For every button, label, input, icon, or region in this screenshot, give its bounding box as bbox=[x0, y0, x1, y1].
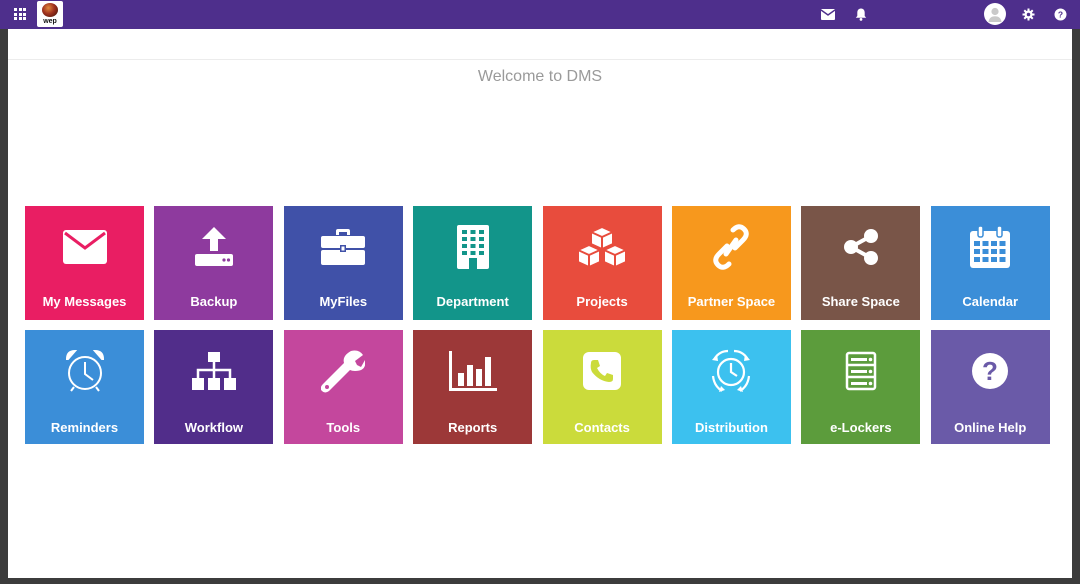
tile-contacts[interactable]: Contacts bbox=[542, 330, 662, 444]
envelope-icon bbox=[25, 222, 144, 272]
window-border-right bbox=[1072, 0, 1080, 584]
top-navigation-bar: wep ? bbox=[0, 0, 1080, 29]
tile-label: Distribution bbox=[694, 420, 768, 435]
wrench-icon bbox=[284, 346, 403, 396]
logo-text: wep bbox=[43, 18, 57, 25]
company-logo[interactable]: wep bbox=[37, 1, 63, 27]
tile-backup[interactable]: Backup bbox=[154, 206, 274, 320]
tile-department[interactable]: Department bbox=[413, 206, 533, 320]
tile-label: My Messages bbox=[42, 294, 127, 309]
bar-chart-icon bbox=[413, 346, 532, 396]
gear-icon[interactable] bbox=[1020, 6, 1036, 22]
tile-label: Partner Space bbox=[687, 294, 776, 309]
sub-header bbox=[8, 29, 1072, 60]
tile-distribution[interactable]: Distribution bbox=[671, 330, 791, 444]
mail-icon[interactable] bbox=[820, 6, 836, 22]
tile-label: Online Help bbox=[954, 420, 1027, 435]
share-icon bbox=[801, 222, 920, 272]
briefcase-icon bbox=[284, 222, 403, 272]
tile-label: Reports bbox=[448, 420, 498, 435]
tile-reports[interactable]: Reports bbox=[413, 330, 533, 444]
tile-workflow[interactable]: Workflow bbox=[154, 330, 274, 444]
distribution-clock-icon bbox=[672, 346, 791, 396]
apps-grid-icon[interactable] bbox=[14, 8, 26, 20]
tile-label: e-Lockers bbox=[830, 420, 892, 435]
svg-text:?: ? bbox=[1057, 9, 1062, 19]
welcome-title: Welcome to DMS bbox=[477, 68, 603, 85]
link-icon bbox=[672, 222, 791, 272]
module-tile-grid: My Messages Backup MyFiles Department Pr… bbox=[25, 206, 1050, 444]
calendar-icon bbox=[931, 222, 1050, 272]
tile-myfiles[interactable]: MyFiles bbox=[283, 206, 403, 320]
upload-icon bbox=[154, 222, 273, 272]
tile-partner-space[interactable]: Partner Space bbox=[671, 206, 791, 320]
bell-icon[interactable] bbox=[853, 6, 869, 22]
window-border-left bbox=[0, 0, 8, 584]
tile-label: Workflow bbox=[184, 420, 244, 435]
building-icon bbox=[413, 222, 532, 272]
tile-label: Projects bbox=[576, 294, 628, 309]
tile-label: Department bbox=[436, 294, 509, 309]
tile-projects[interactable]: Projects bbox=[542, 206, 662, 320]
cubes-icon bbox=[543, 222, 662, 272]
tile-online-help[interactable]: ? Online Help bbox=[930, 330, 1050, 444]
sitemap-icon bbox=[154, 346, 273, 396]
tile-label: Share Space bbox=[821, 294, 900, 309]
tile-label: Reminders bbox=[50, 420, 119, 435]
tile-calendar[interactable]: Calendar bbox=[930, 206, 1050, 320]
question-circle-icon: ? bbox=[931, 346, 1050, 396]
tile-label: MyFiles bbox=[319, 294, 368, 309]
tile-my-messages[interactable]: My Messages bbox=[25, 206, 144, 320]
tile-label: Calendar bbox=[962, 294, 1019, 309]
globe-icon bbox=[42, 3, 58, 17]
server-icon bbox=[801, 346, 920, 396]
svg-text:?: ? bbox=[982, 356, 998, 386]
tile-label: Contacts bbox=[574, 420, 630, 435]
tile-share-space[interactable]: Share Space bbox=[801, 206, 921, 320]
tile-label: Tools bbox=[326, 420, 361, 435]
alarm-clock-icon bbox=[25, 346, 144, 396]
tile-label: Backup bbox=[190, 294, 238, 309]
tile-reminders[interactable]: Reminders bbox=[25, 330, 144, 444]
avatar[interactable] bbox=[984, 3, 1006, 25]
help-icon[interactable]: ? bbox=[1052, 6, 1068, 22]
tile-e-lockers[interactable]: e-Lockers bbox=[801, 330, 921, 444]
phone-icon bbox=[543, 346, 662, 396]
tile-tools[interactable]: Tools bbox=[283, 330, 403, 444]
